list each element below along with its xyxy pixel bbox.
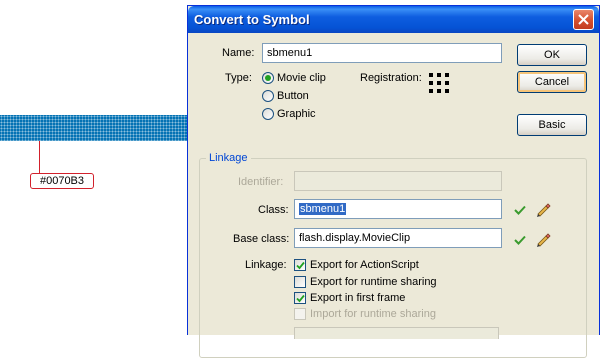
type-option-graphic: Graphic	[277, 108, 316, 120]
class-label: Class:	[258, 204, 289, 216]
export-runtime-sharing-label: Export for runtime sharing	[310, 276, 437, 288]
identifier-label: Identifier:	[238, 176, 284, 188]
registration-label: Registration:	[360, 72, 422, 84]
validate-check-icon[interactable]	[514, 205, 526, 215]
reg-point[interactable]	[445, 73, 449, 77]
reg-point[interactable]	[437, 89, 441, 93]
radio-button[interactable]	[262, 90, 274, 102]
export-first-frame-label: Export in first frame	[310, 292, 406, 304]
import-runtime-sharing-checkbox	[294, 308, 306, 320]
radio-graphic[interactable]	[262, 108, 274, 120]
type-label: Type:	[225, 72, 252, 84]
reg-point[interactable]	[429, 89, 433, 93]
checkmark-icon	[296, 261, 305, 270]
base-class-label: Base class:	[233, 233, 290, 245]
annotation-leader-line	[39, 141, 40, 173]
cancel-button[interactable]: Cancel	[517, 71, 587, 93]
reg-point[interactable]	[437, 81, 441, 85]
url-field-partial	[294, 327, 499, 339]
convert-to-symbol-dialog: Convert to Symbol Name: sbmenu1 Type: Mo…	[187, 5, 600, 358]
reg-point[interactable]	[437, 73, 441, 77]
base-class-field[interactable]: flash.display.MovieClip	[294, 228, 502, 248]
close-button[interactable]	[573, 9, 594, 30]
ok-button[interactable]: OK	[517, 44, 587, 66]
dialog-titlebar[interactable]: Convert to Symbol	[188, 6, 599, 33]
reg-point[interactable]	[445, 89, 449, 93]
export-first-frame-checkbox[interactable]	[294, 292, 306, 304]
identifier-field	[294, 171, 502, 191]
close-icon	[578, 14, 589, 25]
linkage-label: Linkage:	[245, 259, 287, 271]
name-label: Name:	[222, 47, 255, 59]
type-option-movie-clip: Movie clip	[277, 72, 326, 84]
reg-point[interactable]	[429, 81, 433, 85]
export-actionscript-label: Export for ActionScript	[310, 259, 419, 271]
name-field[interactable]: sbmenu1	[262, 43, 502, 63]
linkage-group-title: Linkage	[206, 152, 251, 164]
radio-selected-dot	[265, 75, 271, 81]
type-option-button: Button	[277, 90, 309, 102]
validate-check-icon[interactable]	[514, 235, 526, 245]
export-actionscript-checkbox[interactable]	[294, 259, 306, 271]
class-field[interactable]: sbmenu1	[294, 199, 502, 219]
color-annotation-label: #0070B3	[30, 173, 94, 189]
registration-point-grid[interactable]	[429, 73, 449, 93]
checkmark-icon	[296, 294, 305, 303]
import-runtime-sharing-label: Import for runtime sharing	[310, 308, 436, 320]
edit-pencil-icon[interactable]	[535, 201, 551, 217]
reg-point[interactable]	[429, 73, 433, 77]
basic-button[interactable]: Basic	[517, 114, 587, 136]
edit-pencil-icon[interactable]	[535, 231, 551, 247]
selected-symbol-stripe	[0, 115, 190, 141]
radio-movie-clip[interactable]	[262, 72, 274, 84]
class-value-selected: sbmenu1	[299, 203, 347, 215]
dialog-title: Convert to Symbol	[194, 12, 310, 27]
reg-point[interactable]	[445, 81, 449, 85]
export-runtime-sharing-checkbox[interactable]	[294, 276, 306, 288]
